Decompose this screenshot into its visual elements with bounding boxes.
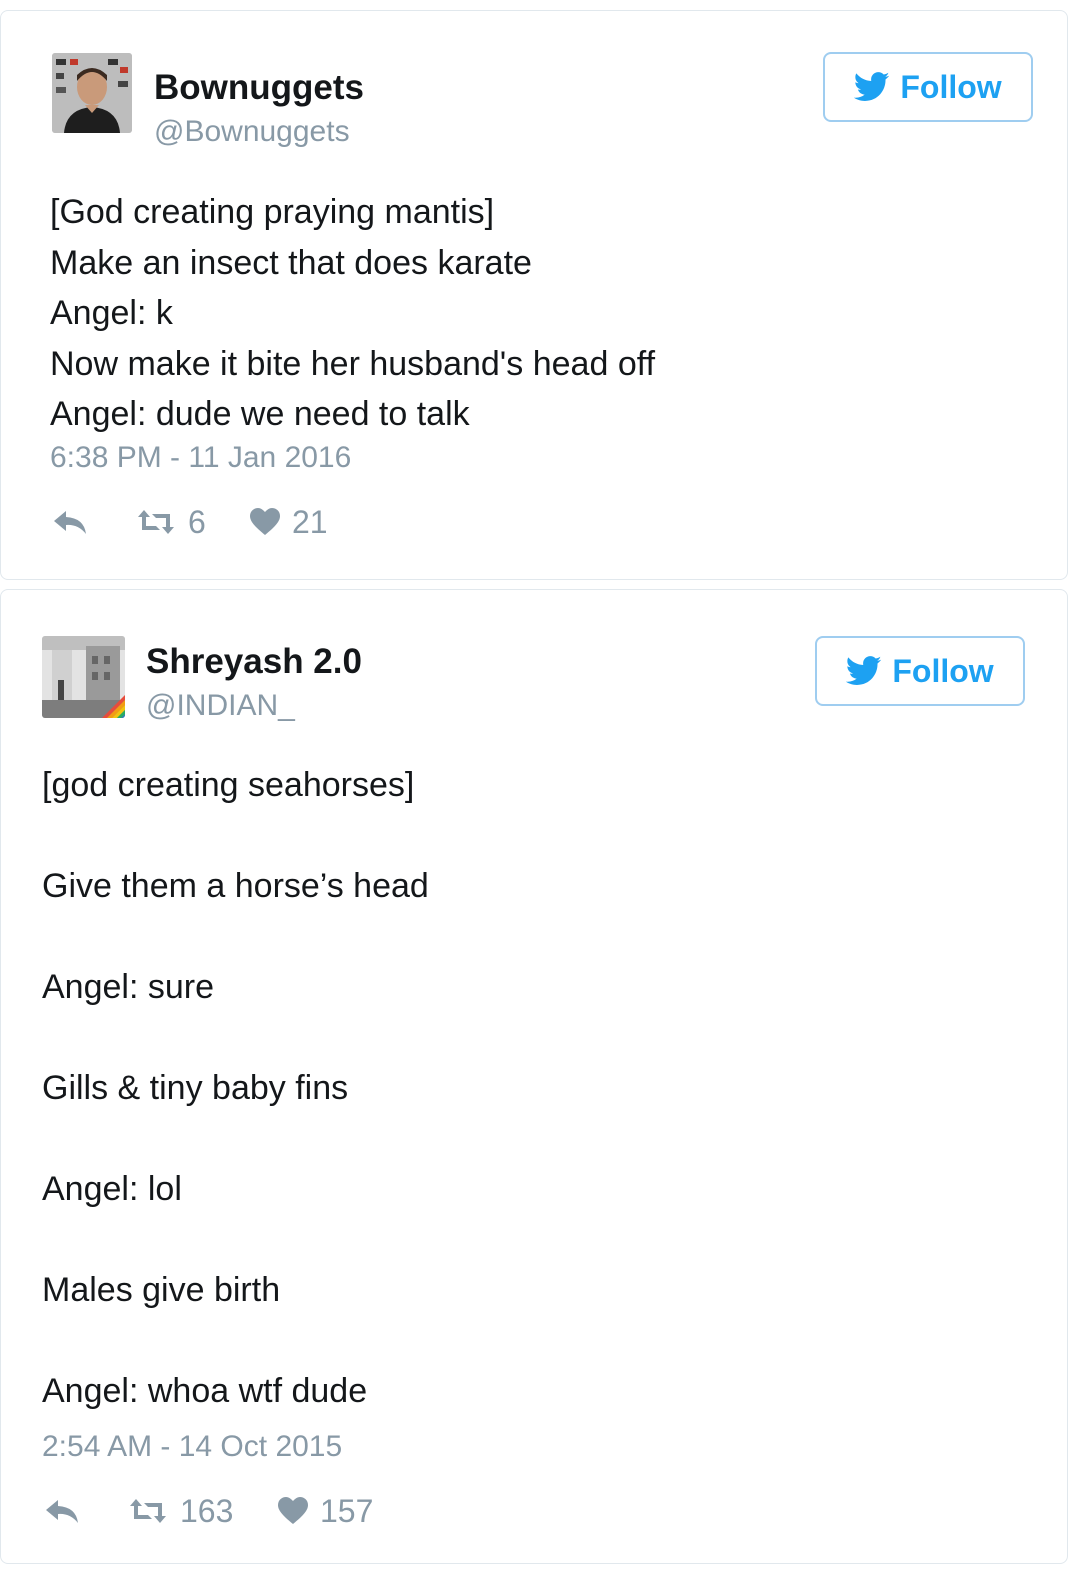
follow-label: Follow — [892, 652, 994, 689]
tweet-line: Gills & tiny baby fins — [42, 1069, 349, 1107]
retweet-icon — [136, 508, 176, 536]
heart-icon — [278, 1497, 308, 1525]
heart-icon — [250, 508, 280, 536]
tweet-line: Angel: lol — [42, 1170, 182, 1208]
follow-button[interactable]: Follow — [823, 52, 1033, 122]
avatar[interactable] — [52, 53, 132, 133]
tweet-line: Angel: k — [50, 294, 173, 332]
like-count: 21 — [292, 503, 328, 540]
tweet-line: Give them a horse’s head — [42, 867, 429, 905]
handle[interactable]: @INDIAN_ — [146, 689, 295, 723]
tweet-line: Angel: sure — [42, 968, 214, 1006]
avatar[interactable] — [42, 636, 125, 718]
display-name[interactable]: Shreyash 2.0 — [146, 642, 362, 682]
twitter-bird-icon — [854, 72, 890, 102]
like-button[interactable]: 21 — [250, 504, 328, 541]
tweet-line: [God creating praying mantis] — [50, 193, 495, 231]
tweet-actions: 6 21 — [52, 502, 328, 542]
tweet-line: Males give birth — [42, 1271, 281, 1309]
tweet-line: [god creating seahorses] — [42, 766, 415, 804]
tweet-card: Shreyash 2.0 @INDIAN_ Follow [god creati… — [0, 589, 1068, 1564]
retweet-button[interactable]: 163 — [128, 1493, 278, 1530]
tweet-line: Now make it bite her husband's head off — [50, 344, 656, 383]
retweet-count: 6 — [188, 503, 206, 540]
tweet-line: Make an insect that does karate — [50, 243, 532, 282]
retweet-count: 163 — [180, 1492, 234, 1529]
timestamp-link[interactable]: 6:38 PM - 11 Jan 2016 — [50, 441, 351, 475]
retweet-button[interactable]: 6 — [136, 504, 250, 541]
reply-icon — [44, 1497, 80, 1525]
display-name[interactable]: Bownuggets — [154, 68, 364, 108]
tweet-text: [God creating praying mantis] Make an in… — [50, 187, 655, 440]
handle[interactable]: @Bownuggets — [154, 115, 350, 149]
reply-button[interactable] — [52, 508, 136, 536]
tweet-text: [god creating seahorses] Give them a hor… — [42, 735, 429, 1442]
like-button[interactable]: 157 — [278, 1493, 373, 1530]
reply-icon — [52, 508, 88, 536]
twitter-bird-icon — [846, 656, 882, 686]
retweet-icon — [128, 1497, 168, 1525]
like-count: 157 — [320, 1492, 374, 1529]
follow-label: Follow — [900, 68, 1002, 105]
follow-button[interactable]: Follow — [815, 636, 1025, 706]
tweet-line: Angel: whoa wtf dude — [42, 1372, 368, 1410]
tweet-line: Angel: dude we need to talk — [50, 395, 470, 433]
tweet-actions: 163 157 — [44, 1491, 373, 1531]
reply-button[interactable] — [44, 1497, 128, 1525]
timestamp-link[interactable]: 2:54 AM - 14 Oct 2015 — [42, 1430, 342, 1464]
tweet-card: Bownuggets @Bownuggets Follow [God creat… — [0, 10, 1068, 580]
